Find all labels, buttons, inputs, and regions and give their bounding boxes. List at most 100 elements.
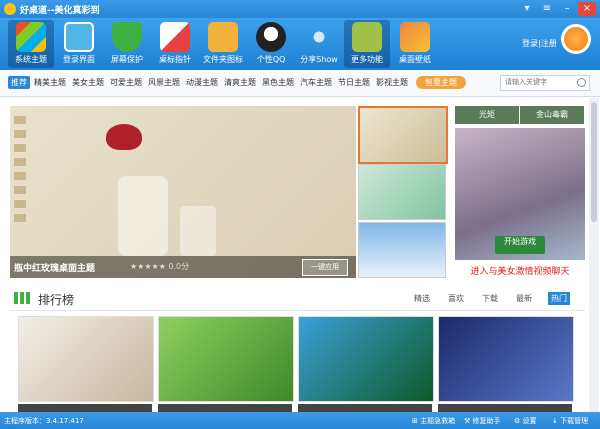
bottle-image (118, 176, 168, 256)
thumbnail-1[interactable] (358, 106, 448, 164)
window-title: 好桌道--美化真彩到 (20, 6, 100, 16)
stars-text: ★★★★★ (130, 262, 166, 271)
scrollbar[interactable] (589, 98, 599, 412)
status-item-label: 修复助手 (472, 417, 501, 425)
theme-grid-row-2 (18, 404, 578, 412)
toolbar-item-cursor[interactable]: 桌标指针 (152, 20, 198, 68)
theme-card[interactable] (158, 316, 294, 402)
sort-hot[interactable]: 热门 (548, 292, 570, 305)
sort-latest[interactable]: 最新 (516, 293, 532, 304)
ad-tab-2[interactable]: 金山毒霸 (520, 106, 585, 124)
shirt-icon[interactable]: ▾ (518, 2, 536, 16)
toolbar-item-screensaver[interactable]: 屏幕保护 (104, 20, 150, 68)
status-item-label: 设置 (522, 417, 537, 425)
menu-icon[interactable]: ≡ (538, 2, 556, 16)
tab-beauty[interactable]: 美女主题 (72, 77, 104, 88)
featured-theme-banner[interactable]: 瓶中红玫瑰桌面主题 ★★★★★ 0.0分 一键应用 (10, 106, 356, 278)
tab-black[interactable]: 黑色主题 (262, 77, 294, 88)
toolbar-item-system-theme[interactable]: 系统主题 (8, 20, 54, 68)
theme-card[interactable] (158, 404, 292, 412)
status-item-label: 下载管理 (560, 417, 589, 425)
sort-download[interactable]: 下载 (482, 293, 498, 304)
download-manager-button[interactable]: ↓ 下载管理 (552, 416, 588, 426)
toolbar-item-qq[interactable]: 个性QQ (248, 20, 294, 68)
tab-exquisite[interactable]: 精美主题 (34, 77, 66, 88)
toolbar-item-more[interactable]: 更多功能 (344, 20, 390, 68)
tab-recommended[interactable]: 推荐 (8, 76, 30, 89)
tab-car[interactable]: 汽车主题 (300, 77, 332, 88)
toolbar-item-folder-icon[interactable]: 文件夹图标 (200, 20, 246, 68)
theme-card[interactable] (298, 404, 432, 412)
version-text: 主程序版本：3.4.17.417 (4, 417, 84, 425)
toolbar-item-login-screen[interactable]: 登录界面 (56, 20, 102, 68)
tab-scenery[interactable]: 风景主题 (148, 77, 180, 88)
gear-icon (352, 22, 382, 52)
share-icon (304, 22, 334, 52)
close-icon[interactable]: × (578, 2, 596, 16)
toolbar-item-label: 个性QQ (256, 55, 286, 64)
ad-tab-1[interactable]: 光矩 (455, 106, 520, 124)
monitor-icon (64, 22, 94, 52)
desktop-icons-preview (14, 116, 26, 226)
toolbar-item-share[interactable]: 分享Show (296, 20, 342, 68)
main-toolbar: 系统主题 登录界面 屏幕保护 桌标指针 文件夹图标 个性QQ 分享Show 更多… (0, 18, 600, 70)
rose-image (106, 124, 142, 150)
login-register-link[interactable]: 登录|注册 (522, 38, 557, 49)
thumbnail-3[interactable] (358, 222, 446, 278)
toolbar-item-label: 屏幕保护 (111, 55, 143, 64)
toolbar-item-label: 分享Show (300, 55, 338, 64)
wallpaper-icon (400, 22, 430, 52)
toolbar-item-label: 文件夹图标 (203, 55, 243, 64)
ad-text[interactable]: 进入与美女激情视频聊天 (455, 264, 585, 277)
rating-stars: ★★★★★ 0.0分 (130, 261, 189, 272)
scrollbar-thumb[interactable] (591, 102, 597, 222)
toolbar-item-label: 桌面壁纸 (399, 55, 431, 64)
rating-score: 0.0分 (168, 262, 190, 271)
status-bar: 主程序版本：3.4.17.417 ⊞ 主题急救箱 ⚒ 修复助手 ⚙ 设置 ↓ 下… (0, 412, 600, 429)
settings-button[interactable]: ⚙ 设置 (514, 416, 537, 426)
search-input[interactable] (501, 76, 575, 88)
theme-rescue-button[interactable]: ⊞ 主题急救箱 (412, 416, 455, 426)
sort-liked[interactable]: 喜欢 (448, 293, 464, 304)
glass-image (180, 206, 216, 256)
tab-anime[interactable]: 动漫主题 (186, 77, 218, 88)
tab-movie[interactable]: 影视主题 (376, 77, 408, 88)
hot-theme-button[interactable]: 智夏主题 (416, 76, 466, 89)
orange-logo-icon (561, 24, 591, 54)
banner-title: 瓶中红玫瑰桌面主题 (14, 264, 96, 274)
thumbnail-2[interactable] (358, 164, 446, 220)
windows-logo-icon (16, 22, 46, 52)
ranking-title: 排行榜 (38, 293, 75, 307)
divider (10, 310, 585, 311)
status-item-label: 主题急救箱 (420, 417, 456, 425)
toolbar-item-wallpaper[interactable]: 桌面壁纸 (392, 20, 438, 68)
banner-caption: 瓶中红玫瑰桌面主题 ★★★★★ 0.0分 一键应用 (10, 256, 356, 278)
tab-cute[interactable]: 可爱主题 (110, 77, 142, 88)
toolbar-item-label: 更多功能 (351, 55, 383, 64)
search-box (500, 75, 590, 91)
toolbar-item-label: 系统主题 (15, 55, 47, 64)
theme-card[interactable] (18, 404, 152, 412)
toolbar-item-label: 登录界面 (63, 55, 95, 64)
tab-festival[interactable]: 节日主题 (338, 77, 370, 88)
bar-chart-icon (14, 292, 30, 304)
theme-card[interactable] (438, 316, 574, 402)
one-click-apply-button[interactable]: 一键应用 (302, 259, 348, 276)
qq-penguin-icon (256, 22, 286, 52)
shield-icon (112, 22, 142, 52)
folder-icon (208, 22, 238, 52)
theme-card[interactable] (18, 316, 154, 402)
sort-featured[interactable]: 精选 (414, 293, 430, 304)
start-game-button[interactable]: 开始游戏 (495, 236, 545, 254)
repair-helper-button[interactable]: ⚒ 修复助手 (464, 416, 501, 426)
theme-card[interactable] (298, 316, 434, 402)
theme-card[interactable] (438, 404, 572, 412)
ad-panel: 光矩 金山毒霸 开始游戏 进入与美女激情视频聊天 (455, 106, 585, 281)
paper-plane-icon (160, 22, 190, 52)
search-icon[interactable] (577, 78, 586, 87)
app-logo-icon (4, 3, 16, 15)
title-bar: 好桌道--美化真彩到 ▾ ≡ – × (0, 0, 600, 18)
tab-fresh[interactable]: 清爽主题 (224, 77, 256, 88)
minimize-icon[interactable]: – (558, 2, 576, 16)
toolbar-item-label: 桌标指针 (159, 55, 191, 64)
